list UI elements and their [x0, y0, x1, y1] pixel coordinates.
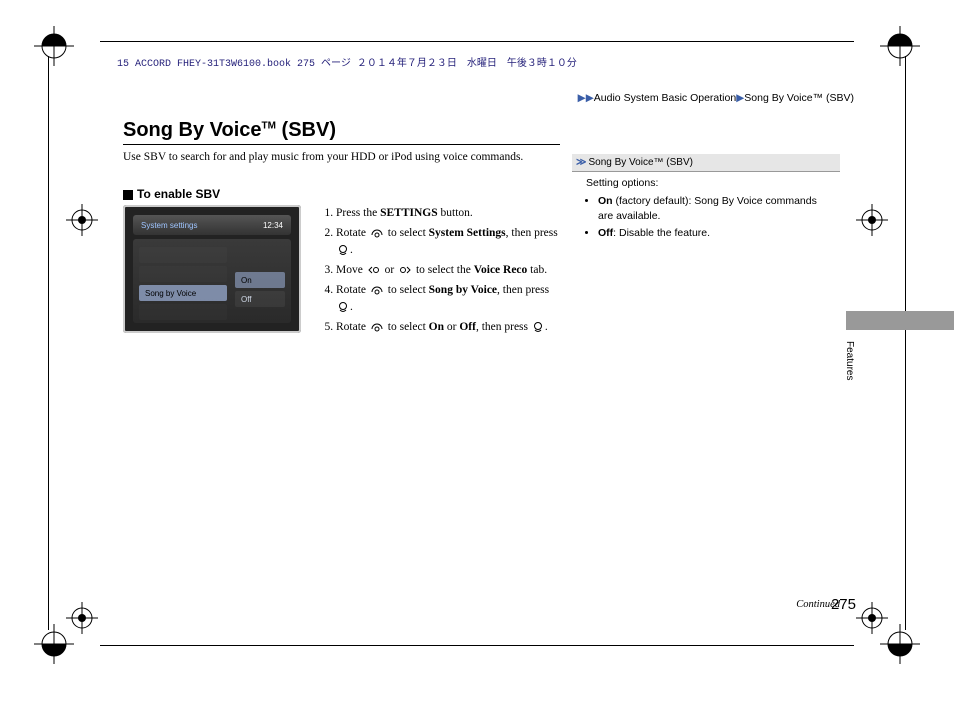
screenshot-title: System settings: [141, 221, 197, 230]
screenshot-clock: 12:34: [263, 221, 283, 230]
crop-line: [48, 56, 49, 630]
breadcrumb-topic: Song By Voice™ (SBV): [744, 92, 854, 104]
print-meta-header: 15 ACCORD FHEY-31T3W6100.book 275 ページ ２０…: [117, 54, 577, 70]
title-text: Song By Voice: [123, 119, 262, 141]
screenshot-row: [139, 304, 227, 320]
move-left-icon: [367, 265, 381, 275]
crop-line: [100, 645, 854, 646]
page-title: Song By VoiceTM (SBV): [123, 119, 560, 145]
manual-page: 15 ACCORD FHEY-31T3W6100.book 275 ページ ２０…: [0, 0, 954, 718]
screenshot-row: [139, 266, 227, 282]
sidebar-heading: ≫Song By Voice™ (SBV): [572, 154, 840, 172]
crop-line: [100, 41, 854, 42]
step-3: Move or to select the Voice Reco tab.: [336, 262, 561, 279]
breadcrumb-arrows-icon: ▶▶: [578, 92, 594, 104]
press-enter-icon: [337, 244, 349, 256]
square-bullet-icon: [123, 190, 133, 200]
registration-mark-icon: [30, 22, 78, 70]
rotate-dial-icon: [370, 284, 384, 296]
alignment-target-icon: [856, 204, 888, 236]
breadcrumb: ▶▶Audio System Basic Operation▶Song By V…: [578, 92, 854, 104]
ui-screenshot: System settings 12:34 Song by Voice On O…: [123, 205, 301, 333]
subhead-text: To enable SBV: [137, 187, 220, 201]
screenshot-row: [139, 247, 227, 263]
step-5: Rotate to select On or Off, then press .: [336, 319, 561, 336]
sidebar-option: On (factory default): Song By Voice comm…: [598, 194, 834, 224]
screenshot-body: Song by Voice On Off: [133, 239, 291, 323]
alignment-target-icon: [856, 602, 888, 634]
screenshot-option-off: Off: [235, 291, 285, 307]
sidebar-lead: Setting options:: [586, 177, 658, 189]
sidebar-option: Off: Disable the feature.: [598, 226, 834, 241]
sidebar-body: Setting options: On (factory default): S…: [572, 172, 840, 241]
section-tab: [846, 311, 954, 330]
section-subheading: To enable SBV: [123, 187, 220, 201]
info-sidebar: ≫Song By Voice™ (SBV) Setting options: O…: [572, 154, 840, 244]
section-tab-label: Features: [844, 341, 855, 380]
step-2: Rotate to select System Settings, then p…: [336, 225, 561, 259]
breadcrumb-section: Audio System Basic Operation: [594, 92, 736, 104]
press-enter-icon: [532, 321, 544, 333]
screenshot-row-selected: Song by Voice: [139, 285, 227, 301]
step-4: Rotate to select Song by Voice, then pre…: [336, 282, 561, 316]
screenshot-option-on: On: [235, 272, 285, 288]
page-number: 275: [831, 596, 856, 613]
crop-line: [905, 56, 906, 630]
title-block: Song By VoiceTM (SBV) Use SBV to search …: [123, 119, 560, 165]
trademark-icon: TM: [262, 120, 276, 131]
rotate-dial-icon: [370, 227, 384, 239]
instruction-steps: Press the SETTINGS button. Rotate to sel…: [318, 205, 561, 339]
press-enter-icon: [337, 301, 349, 313]
title-suffix: (SBV): [276, 119, 336, 141]
chevron-icon: ≫: [576, 157, 586, 168]
rotate-dial-icon: [370, 321, 384, 333]
move-right-icon: [398, 265, 412, 275]
alignment-target-icon: [66, 602, 98, 634]
alignment-target-icon: [66, 204, 98, 236]
intro-text: Use SBV to search for and play music fro…: [123, 149, 560, 165]
screenshot-titlebar: System settings 12:34: [133, 215, 291, 235]
registration-mark-icon: [876, 22, 924, 70]
sidebar-heading-text: Song By Voice™ (SBV): [588, 157, 693, 168]
step-1: Press the SETTINGS button.: [336, 205, 561, 222]
